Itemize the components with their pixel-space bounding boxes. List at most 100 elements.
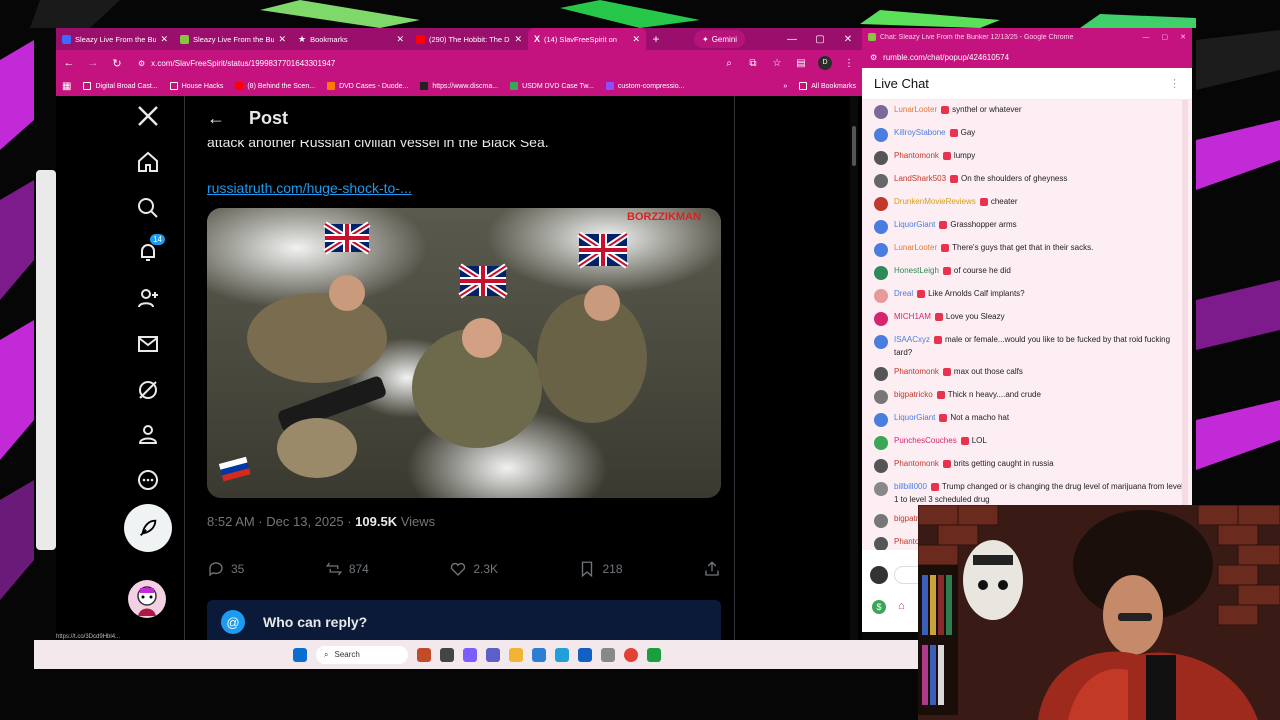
chat-username[interactable]: DrunkenMovieReviews [894, 197, 976, 206]
home-icon[interactable] [132, 146, 164, 178]
sidepanel-icon[interactable]: ▤ [794, 58, 808, 69]
compose-post-button[interactable] [124, 504, 172, 552]
scrollbar-thumb[interactable] [852, 126, 856, 166]
chat-username[interactable]: KillroyStabone [894, 128, 946, 137]
chat-avatar[interactable] [874, 390, 888, 404]
store-icon[interactable] [532, 647, 546, 662]
chat-avatar[interactable] [874, 128, 888, 142]
chat-avatar[interactable] [874, 174, 888, 188]
chat-username[interactable]: bigpatricko [894, 390, 933, 399]
app-icon[interactable] [647, 647, 661, 662]
bookmark-item[interactable]: (8) Behind the Scen... [235, 82, 315, 90]
settings-gear-icon[interactable] [601, 647, 615, 662]
bookmark-item[interactable]: USDM DVD Case Tw... [510, 82, 594, 90]
gemini-button[interactable]: ✦ Gemini [694, 30, 746, 48]
chat-username[interactable]: LunarLooter [894, 105, 937, 114]
chat-scrollbar[interactable] [1182, 100, 1188, 520]
chat-username[interactable]: PunchesCouches [894, 436, 957, 445]
chat-avatar[interactable] [874, 413, 888, 427]
chat-avatar[interactable] [874, 105, 888, 119]
chat-avatar[interactable] [874, 312, 888, 326]
reply-button[interactable]: 35 [207, 560, 244, 578]
chat-username[interactable]: HonestLeigh [894, 266, 939, 275]
bookmark-item[interactable]: DVD Cases - Duode... [327, 82, 408, 90]
chat-avatar[interactable] [874, 367, 888, 381]
chrome-icon[interactable] [624, 647, 638, 662]
close-icon[interactable]: ✕ [632, 34, 640, 45]
chat-username[interactable]: LandShark503 [894, 174, 946, 183]
reload-icon[interactable]: ↻ [110, 57, 124, 70]
post-timestamp[interactable]: 8:52 AM · Dec 13, 2025 [207, 514, 344, 529]
chevron-right-icon[interactable]: » [783, 83, 787, 90]
chat-username[interactable]: Phantomonk [894, 151, 939, 160]
bookmark-item[interactable]: House Hacks [169, 82, 223, 90]
back-arrow-icon[interactable]: ← [207, 108, 225, 129]
mail-icon[interactable] [578, 647, 592, 662]
minimize-button[interactable]: — [778, 34, 806, 45]
maximize-button[interactable]: ▢ [806, 34, 834, 45]
teams-icon[interactable] [486, 647, 500, 662]
profile-person-icon[interactable] [132, 418, 164, 450]
bookmark-item[interactable]: custom-compressio... [605, 82, 684, 90]
profile-avatar[interactable]: D [818, 56, 832, 70]
more-dots-icon[interactable] [132, 464, 164, 496]
chat-avatar[interactable] [874, 335, 888, 349]
close-window-button[interactable]: ✕ [1180, 33, 1186, 41]
close-window-button[interactable]: ✕ [834, 34, 862, 45]
messages-mail-icon[interactable] [132, 328, 164, 360]
tab-rumble-1[interactable]: Sleazy Live From the Bu ✕ [56, 28, 174, 50]
maximize-button[interactable]: ▢ [1162, 33, 1169, 41]
dollar-icon[interactable]: $ [872, 600, 886, 614]
windows-start-icon[interactable] [293, 647, 307, 662]
new-tab-button[interactable]: + [646, 32, 666, 46]
grok-icon[interactable] [132, 374, 164, 406]
notifications-bell-icon[interactable]: 14 [132, 234, 165, 268]
chat-avatar[interactable] [874, 436, 888, 450]
follow-person-icon[interactable] [132, 282, 164, 314]
tab-bookmarks[interactable]: ★ Bookmarks ✕ [292, 28, 410, 50]
chat-username[interactable]: ISAACxyz [894, 335, 930, 344]
page-scrollbar[interactable] [850, 96, 858, 640]
menu-dots-icon[interactable]: ⋮ [842, 58, 856, 69]
bookmark-star-icon[interactable]: ☆ [770, 58, 784, 69]
bookmark-item[interactable]: https://www.discma... [420, 82, 498, 90]
share-button[interactable] [703, 560, 721, 578]
tab-youtube[interactable]: (290) The Hobbit: The D ✕ [410, 28, 528, 50]
chat-menu-dots-icon[interactable]: ⋮ [1169, 77, 1180, 90]
zoom-icon[interactable]: ⌕ [722, 58, 736, 69]
edge-icon[interactable] [555, 647, 569, 662]
chat-avatar[interactable] [874, 243, 888, 257]
like-button[interactable]: 2.3K [449, 560, 498, 578]
chat-avatar[interactable] [874, 266, 888, 280]
chat-avatar[interactable] [874, 459, 888, 473]
chat-avatar[interactable] [874, 537, 888, 550]
file-explorer-icon[interactable] [509, 647, 523, 662]
repost-button[interactable]: 874 [325, 560, 369, 578]
bookmark-item[interactable]: Digital Broad Cast... [83, 82, 158, 90]
close-icon[interactable]: ✕ [160, 34, 168, 45]
chat-username[interactable]: LiquorGiant [894, 413, 935, 422]
all-bookmarks[interactable]: All Bookmarks [799, 82, 856, 90]
close-icon[interactable]: ✕ [514, 34, 522, 45]
chat-username[interactable]: LiquorGiant [894, 220, 935, 229]
post-image[interactable]: BORZZIKMAN [207, 208, 721, 498]
chat-username[interactable]: billbill000 [894, 482, 927, 491]
chat-avatar[interactable] [874, 220, 888, 234]
chat-avatar[interactable] [874, 197, 888, 211]
chat-username[interactable]: MICH1AM [894, 312, 931, 321]
chat-avatar[interactable] [874, 289, 888, 303]
site-info-icon[interactable]: ⚙ [138, 59, 145, 68]
gift-icon[interactable]: ⌂ [898, 600, 905, 612]
chat-username[interactable]: LunarLooter [894, 243, 937, 252]
back-arrow-icon[interactable]: ← [62, 57, 76, 69]
tab-rumble-2[interactable]: Sleazy Live From the Bu ✕ [174, 28, 292, 50]
chat-username[interactable]: Dreal [894, 289, 913, 298]
copilot-icon[interactable] [463, 647, 477, 662]
widgets-icon[interactable] [417, 647, 431, 662]
search-icon[interactable] [132, 192, 164, 224]
chat-avatar[interactable] [874, 514, 888, 528]
close-icon[interactable]: ✕ [396, 34, 404, 45]
apps-grid-icon[interactable]: ▦ [62, 81, 71, 92]
forward-arrow-icon[interactable]: → [86, 57, 100, 69]
chat-username[interactable]: Phantomonk [894, 459, 939, 468]
